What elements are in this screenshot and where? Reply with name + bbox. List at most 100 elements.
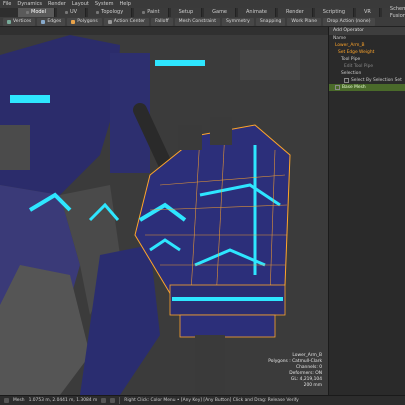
tab-label: Topology [101, 9, 124, 15]
main-toolbar: Vertices Edges Polygons Action Center Fa… [0, 17, 405, 27]
row-label: Select By Selection Set [351, 78, 402, 83]
background-part [240, 50, 300, 80]
row-label: Edit Tool Pipe [344, 64, 374, 69]
tab-topology[interactable]: Topology [88, 8, 133, 17]
glow-strip [172, 297, 283, 301]
layout-tab-bar: Model UV Topology Paint Setup Game Anima… [0, 6, 405, 19]
tab-label: Render [285, 9, 304, 15]
panel-row-item[interactable]: Lower_Arm_B [329, 42, 405, 49]
armor-plate [0, 125, 30, 170]
row-label: Base Mesh [342, 85, 366, 90]
button-label: Mesh Constraint [178, 18, 217, 24]
button-label: Polygons [77, 18, 98, 24]
tab-game[interactable]: Game [204, 8, 237, 17]
lock-icon[interactable] [101, 398, 107, 403]
button-label: Vertices [13, 18, 32, 24]
panel-row-base-mesh[interactable]: Base Mesh [329, 84, 405, 91]
status-hint: Right Click: Color Menu • [Any Key] [Any… [124, 398, 299, 403]
mesh-icon [4, 398, 9, 403]
button-label: Symmetry [226, 18, 250, 24]
tab-uv[interactable]: UV [57, 8, 87, 17]
model-icon [26, 11, 29, 14]
falloff-button[interactable]: Falloff [151, 17, 173, 26]
edges-icon [41, 19, 46, 24]
row-label: Name [333, 36, 346, 41]
paint-icon [142, 11, 146, 14]
row-label: Tool Pipe [341, 57, 361, 62]
topology-icon [96, 11, 100, 14]
snapping-button[interactable]: Snapping [255, 17, 286, 26]
menu-help[interactable]: Help [120, 1, 131, 7]
status-bar: Mesh 1.0753 m, 2.0441 m, 1.3084 m Right … [0, 395, 405, 405]
action-center-button[interactable]: Action Center [103, 17, 150, 26]
camera-icon[interactable] [110, 398, 116, 403]
polygons-icon [71, 19, 76, 24]
row-label: Lower_Arm_B [335, 43, 365, 48]
panel-row-name[interactable]: Name [329, 35, 405, 42]
vertices-button[interactable]: Vertices [3, 17, 36, 26]
button-label: Action Center [113, 18, 146, 24]
panel-row-edit-tool-pipe[interactable]: Edit Tool Pipe [329, 63, 405, 70]
menu-render[interactable]: Render [48, 1, 66, 7]
tab-label: Paint [147, 9, 160, 15]
tab-label: Game [212, 9, 228, 15]
tab-label: Setup [178, 9, 194, 15]
work-plane-button[interactable]: Work Plane [287, 17, 322, 26]
add-operator-button[interactable]: Add Operator [329, 27, 405, 35]
tab-paint[interactable]: Paint [134, 8, 169, 17]
arm-bracket [210, 117, 232, 145]
divider [119, 397, 121, 404]
menu-dynamics[interactable]: Dynamics [17, 1, 42, 7]
arm-bracket [178, 125, 202, 150]
arm-shaft [195, 335, 225, 395]
row-label: Selection [341, 71, 362, 76]
menu-system[interactable]: System [95, 1, 114, 7]
button-label: Falloff [155, 18, 169, 24]
tab-label: Animate [246, 9, 267, 15]
uv-icon [65, 11, 69, 14]
info-scale: 200 mm [303, 383, 322, 388]
viewport-header [0, 27, 328, 35]
glow-strip [155, 60, 205, 66]
row-label: Set Edge Weight [338, 50, 375, 55]
panel-row-set-edge-weight[interactable]: Set Edge Weight [329, 49, 405, 56]
menu-layout[interactable]: Layout [72, 1, 89, 7]
tab-render[interactable]: Render [277, 8, 313, 17]
operator-panel: Add Operator Name Lower_Arm_B Set Edge W… [328, 27, 405, 395]
status-coords: 1.0753 m, 2.0441 m, 1.3084 m [28, 398, 98, 403]
tab-label: Model [31, 9, 47, 15]
panel-row-tool-pipe[interactable]: Tool Pipe [329, 56, 405, 63]
symmetry-button[interactable]: Symmetry [222, 17, 254, 26]
tab-scripting[interactable]: Scripting [314, 8, 355, 17]
viewport-render [0, 35, 328, 395]
drop-action-dropdown[interactable]: Drop Action (none) [323, 17, 375, 26]
glow-strip [10, 95, 50, 103]
button-label: Work Plane [291, 18, 318, 24]
tab-setup[interactable]: Setup [170, 8, 203, 17]
panel-row-selection[interactable]: Selection [329, 70, 405, 77]
panel-row-select-by-set[interactable]: Select By Selection Set [329, 77, 405, 84]
action-center-icon [107, 19, 112, 24]
edges-button[interactable]: Edges [37, 17, 66, 26]
button-label: Snapping [259, 18, 282, 24]
tab-schematic-fusion[interactable]: Schematic Fusion [381, 6, 405, 19]
viewport-info-overlay: Lower_Arm_B Polygons : Catmull-Clark Cha… [268, 353, 322, 389]
arm-lower-ring [179, 314, 276, 338]
tab-label: VR [364, 9, 371, 15]
mesh-constraint-button[interactable]: Mesh Constraint [174, 17, 221, 26]
button-label: Drop Action (none) [327, 18, 371, 24]
tab-vr[interactable]: VR [356, 8, 380, 17]
menu-file[interactable]: File [3, 1, 11, 7]
tab-label: Scripting [322, 9, 346, 15]
vertices-icon [7, 19, 11, 24]
tab-label: UV [70, 9, 78, 15]
menu-bar: File Dynamics Render Layout System Help [0, 0, 405, 8]
checkbox-icon[interactable] [344, 78, 349, 83]
checkbox-icon[interactable] [335, 85, 340, 90]
tab-model[interactable]: Model [18, 8, 56, 17]
button-label: Edges [47, 18, 62, 24]
polygons-button[interactable]: Polygons [67, 17, 102, 26]
3d-viewport[interactable]: Lower_Arm_B Polygons : Catmull-Clark Cha… [0, 35, 328, 395]
tab-animate[interactable]: Animate [238, 8, 276, 17]
status-mesh: Mesh [13, 398, 25, 403]
